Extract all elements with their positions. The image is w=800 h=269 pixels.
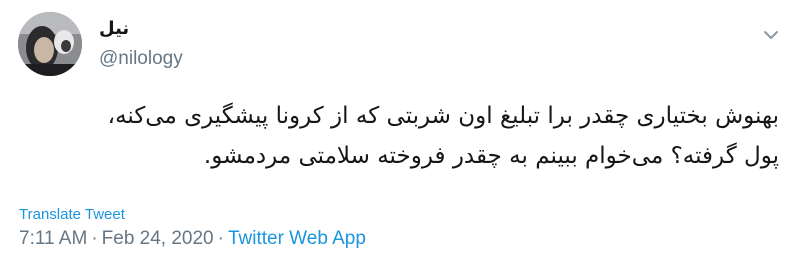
chevron-down-icon[interactable] — [758, 22, 784, 48]
translate-tweet-link[interactable]: Translate Tweet — [19, 206, 125, 223]
tweet-card: نیل @nilology بهنوش بختیاری چقدر برا تبل… — [0, 0, 800, 269]
avatar[interactable] — [18, 12, 82, 76]
tweet-text-line: پول گرفته؟ می‌خوام ببینم به چقدر فروخته … — [203, 143, 779, 169]
display-name[interactable]: نیل — [99, 18, 129, 39]
user-handle[interactable]: @nilology — [99, 48, 183, 70]
meta-separator: · — [217, 228, 224, 249]
tweet-text-line: بهنوش بختیاری چقدر برا تبلیغ اون شربتی ک… — [107, 103, 779, 129]
tweet-time[interactable]: 7:11 AM — [19, 228, 87, 249]
tweet-source-link[interactable]: Twitter Web App — [228, 228, 366, 249]
tweet-text: بهنوش بختیاری چقدر برا تبلیغ اون شربتی ک… — [9, 96, 779, 176]
meta-separator: · — [91, 228, 98, 249]
tweet-date[interactable]: Feb 24, 2020 — [102, 228, 214, 249]
tweet-meta: 7:11 AM · Feb 24, 2020 · Twitter Web App — [19, 228, 366, 250]
